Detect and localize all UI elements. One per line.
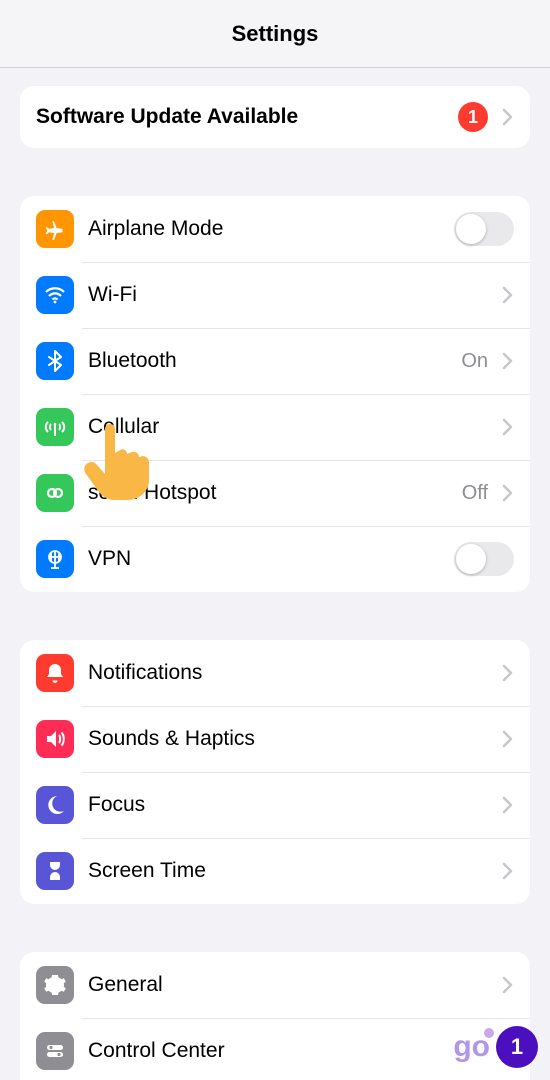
sounds-label: Sounds & Haptics [88, 727, 494, 751]
airplane-label: Airplane Mode [88, 217, 454, 241]
screentime-icon [36, 852, 74, 890]
group-network: Airplane Mode Wi-Fi Bluetooth On Cellula… [20, 196, 530, 592]
row-vpn[interactable]: VPN [20, 526, 530, 592]
focus-label: Focus [88, 793, 494, 817]
hotspot-icon [36, 474, 74, 512]
row-wifi[interactable]: Wi-Fi [20, 262, 530, 328]
notifications-icon [36, 654, 74, 692]
row-airplane-mode[interactable]: Airplane Mode [20, 196, 530, 262]
wifi-label: Wi-Fi [88, 283, 488, 307]
general-icon [36, 966, 74, 1004]
sounds-icon [36, 720, 74, 758]
software-update-label: Software Update Available [36, 105, 458, 129]
chevron-right-icon [502, 796, 514, 814]
group-alerts: Notifications Sounds & Haptics Focus Scr… [20, 640, 530, 904]
airplane-toggle[interactable] [454, 212, 514, 246]
chevron-right-icon [502, 418, 514, 436]
chevron-right-icon [502, 484, 514, 502]
airplane-icon [36, 210, 74, 248]
bluetooth-icon [36, 342, 74, 380]
control-center-label: Control Center [88, 1039, 494, 1063]
bluetooth-value: On [461, 350, 488, 373]
step-badge: 1 [496, 1026, 538, 1068]
chevron-right-icon [502, 286, 514, 304]
chevron-right-icon [502, 664, 514, 682]
control-center-icon [36, 1032, 74, 1070]
pointer-hand-icon [82, 418, 152, 500]
page-title: Settings [232, 21, 319, 47]
focus-icon [36, 786, 74, 824]
general-label: General [88, 973, 494, 997]
vpn-toggle[interactable] [454, 542, 514, 576]
hotspot-value: Off [462, 482, 488, 505]
row-focus[interactable]: Focus [20, 772, 530, 838]
chevron-right-icon [502, 108, 514, 126]
row-sounds-haptics[interactable]: Sounds & Haptics [20, 706, 530, 772]
vpn-label: VPN [88, 547, 454, 571]
notifications-label: Notifications [88, 661, 494, 685]
chevron-right-icon [502, 730, 514, 748]
corner-overlay: go 1 [453, 1026, 538, 1068]
group-software-update: Software Update Available 1 [20, 86, 530, 148]
vpn-icon [36, 540, 74, 578]
screentime-label: Screen Time [88, 859, 494, 883]
update-badge: 1 [458, 102, 488, 132]
go-logo: go [453, 1030, 490, 1064]
row-software-update[interactable]: Software Update Available 1 [20, 86, 530, 148]
header: Settings [0, 0, 550, 68]
row-bluetooth[interactable]: Bluetooth On [20, 328, 530, 394]
row-general[interactable]: General [20, 952, 530, 1018]
chevron-right-icon [502, 862, 514, 880]
chevron-right-icon [502, 352, 514, 370]
bluetooth-label: Bluetooth [88, 349, 461, 373]
wifi-icon [36, 276, 74, 314]
row-notifications[interactable]: Notifications [20, 640, 530, 706]
chevron-right-icon [502, 976, 514, 994]
row-screen-time[interactable]: Screen Time [20, 838, 530, 904]
cellular-icon [36, 408, 74, 446]
